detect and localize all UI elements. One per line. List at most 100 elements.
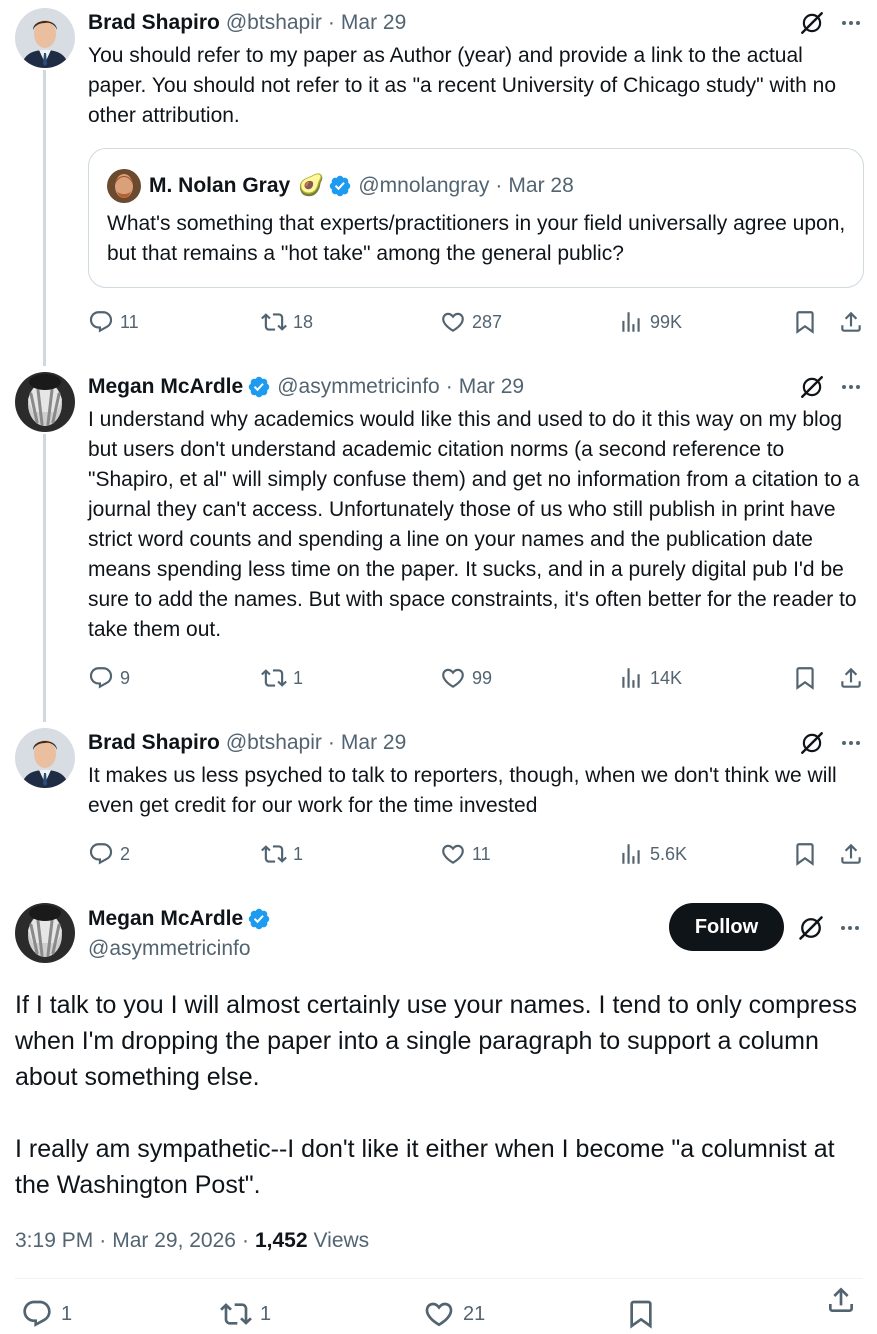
repost-button[interactable]: 18 bbox=[261, 307, 313, 337]
tweet-2[interactable]: Megan McArdle @asymmetricinfo · Mar 29 I… bbox=[0, 372, 877, 702]
tweet-header: Brad Shapiro @btshapir · Mar 29 bbox=[88, 728, 406, 758]
main-tweet-actions: 1 1 21 bbox=[15, 1296, 865, 1332]
more-icon[interactable] bbox=[838, 916, 862, 940]
views-count: 99K bbox=[650, 311, 683, 332]
avatar[interactable] bbox=[15, 728, 75, 788]
main-tweet-paragraph-1: If I talk to you I will almost certainly… bbox=[15, 991, 858, 1091]
reply-count: 2 bbox=[120, 843, 131, 864]
like-count: 99 bbox=[472, 667, 493, 688]
verified-badge-icon bbox=[328, 174, 352, 198]
views-label: Views bbox=[313, 1229, 370, 1252]
quoted-author-handle: @mnolangray bbox=[358, 174, 490, 197]
like-button[interactable]: 21 bbox=[423, 1296, 485, 1332]
author-name[interactable]: Brad Shapiro bbox=[88, 11, 220, 35]
author-name[interactable]: Megan McArdle bbox=[88, 375, 243, 399]
like-count: 287 bbox=[472, 311, 503, 332]
bookmark-button[interactable] bbox=[792, 307, 818, 337]
quoted-tweet-text: What's something that experts/practition… bbox=[107, 212, 846, 265]
tweet-date[interactable]: Mar 29 bbox=[341, 11, 406, 35]
reply-button[interactable]: 9 bbox=[88, 663, 130, 693]
tweet-text: It makes us less psyched to talk to repo… bbox=[88, 764, 843, 817]
avatar[interactable] bbox=[15, 8, 75, 68]
repost-count: 1 bbox=[293, 667, 304, 688]
repost-count: 1 bbox=[260, 1302, 272, 1325]
post-date[interactable]: Mar 29, 2026 bbox=[112, 1229, 236, 1253]
share-button[interactable] bbox=[838, 839, 864, 869]
grok-icon[interactable] bbox=[797, 914, 825, 942]
follow-button[interactable]: Follow bbox=[669, 903, 784, 951]
tweet-actions: 11 18 287 99K bbox=[88, 307, 864, 337]
author-name[interactable]: Brad Shapiro bbox=[88, 731, 220, 755]
like-button[interactable]: 287 bbox=[440, 307, 502, 337]
separator-dot: · bbox=[495, 174, 503, 197]
share-button[interactable] bbox=[838, 307, 864, 337]
bookmark-button[interactable] bbox=[792, 663, 818, 693]
reply-count: 1 bbox=[61, 1302, 73, 1325]
bookmark-button[interactable] bbox=[792, 839, 818, 869]
tweet-date[interactable]: Mar 29 bbox=[459, 375, 524, 399]
author-handle[interactable]: @asymmetricinfo bbox=[277, 375, 440, 399]
views-button[interactable]: 5.6K bbox=[618, 839, 687, 869]
tweet-header: Megan McArdle @asymmetricinfo · Mar 29 bbox=[88, 372, 524, 402]
views-button[interactable]: 99K bbox=[618, 307, 682, 337]
author-handle[interactable]: @btshapir bbox=[226, 731, 322, 755]
tweet-text: I understand why academics would like th… bbox=[88, 408, 866, 641]
more-icon[interactable] bbox=[839, 375, 863, 399]
quoted-avatar bbox=[107, 169, 141, 203]
tweet-header: Brad Shapiro @btshapir · Mar 29 bbox=[88, 8, 406, 38]
reply-button[interactable]: 2 bbox=[88, 839, 130, 869]
tweet-text: You should refer to my paper as Author (… bbox=[88, 44, 842, 127]
more-icon[interactable] bbox=[839, 731, 863, 755]
bookmark-button[interactable] bbox=[625, 1296, 657, 1332]
grok-icon[interactable] bbox=[799, 730, 825, 756]
main-author-handle[interactable]: @asymmetricinfo bbox=[88, 937, 251, 961]
repost-button[interactable]: 1 bbox=[261, 839, 303, 869]
main-avatar[interactable] bbox=[15, 903, 75, 963]
share-button[interactable] bbox=[838, 663, 864, 693]
separator-dot: · bbox=[327, 731, 335, 754]
reply-count: 9 bbox=[120, 667, 131, 688]
more-icon[interactable] bbox=[839, 11, 863, 35]
main-handle-row: @asymmetricinfo bbox=[88, 934, 251, 964]
reply-button[interactable]: 1 bbox=[21, 1296, 72, 1332]
tweet-3[interactable]: Brad Shapiro @btshapir · Mar 29 It makes… bbox=[0, 728, 877, 878]
repost-count: 1 bbox=[293, 843, 304, 864]
share-button[interactable] bbox=[825, 1282, 857, 1318]
avatar[interactable] bbox=[15, 372, 75, 432]
like-count: 21 bbox=[463, 1302, 486, 1325]
main-tweet-header: Megan McArdle bbox=[88, 904, 271, 934]
verified-badge-icon bbox=[247, 907, 271, 931]
views-count: 14K bbox=[650, 667, 683, 688]
grok-icon[interactable] bbox=[799, 374, 825, 400]
tweet-1[interactable]: Brad Shapiro @btshapir · Mar 29 You shou… bbox=[0, 0, 877, 350]
main-author-name[interactable]: Megan McArdle bbox=[88, 907, 243, 931]
views-button[interactable]: 14K bbox=[618, 663, 682, 693]
separator-dot: · bbox=[327, 11, 335, 34]
repost-count: 18 bbox=[293, 311, 314, 332]
tweet-actions: 2 1 11 5.6K bbox=[88, 839, 864, 869]
tweet-actions: 9 1 99 14K bbox=[88, 663, 864, 693]
tweet-top-actions bbox=[799, 372, 863, 402]
like-button[interactable]: 99 bbox=[440, 663, 492, 693]
quoted-tweet[interactable]: M. Nolan Gray 🥑 @mnolangray · Mar 28 Wha… bbox=[88, 148, 864, 288]
repost-button[interactable]: 1 bbox=[220, 1296, 271, 1332]
verified-badge-icon bbox=[247, 375, 271, 399]
main-tweet-paragraph-2: I really am sympathetic--I don't like it… bbox=[15, 1135, 835, 1199]
quoted-tweet-header: M. Nolan Gray 🥑 @mnolangray · Mar 28 bbox=[107, 169, 574, 203]
tweet-date[interactable]: Mar 29 bbox=[341, 731, 406, 755]
reply-button[interactable]: 11 bbox=[88, 307, 139, 337]
divider bbox=[15, 1278, 863, 1279]
views-total: 1,452 bbox=[254, 1229, 308, 1252]
post-time[interactable]: 3:19 PM bbox=[15, 1229, 93, 1253]
like-count: 11 bbox=[472, 843, 491, 864]
repost-button[interactable]: 1 bbox=[261, 663, 303, 693]
separator-dot: · bbox=[99, 1229, 107, 1252]
separator-dot: · bbox=[445, 375, 453, 398]
separator-dot: · bbox=[241, 1229, 249, 1252]
tweet-top-actions bbox=[799, 728, 863, 758]
like-button[interactable]: 11 bbox=[440, 839, 491, 869]
grok-icon[interactable] bbox=[799, 10, 825, 36]
avocado-emoji: 🥑 bbox=[298, 174, 325, 197]
views-count: 5.6K bbox=[650, 843, 688, 864]
author-handle[interactable]: @btshapir bbox=[226, 11, 322, 35]
